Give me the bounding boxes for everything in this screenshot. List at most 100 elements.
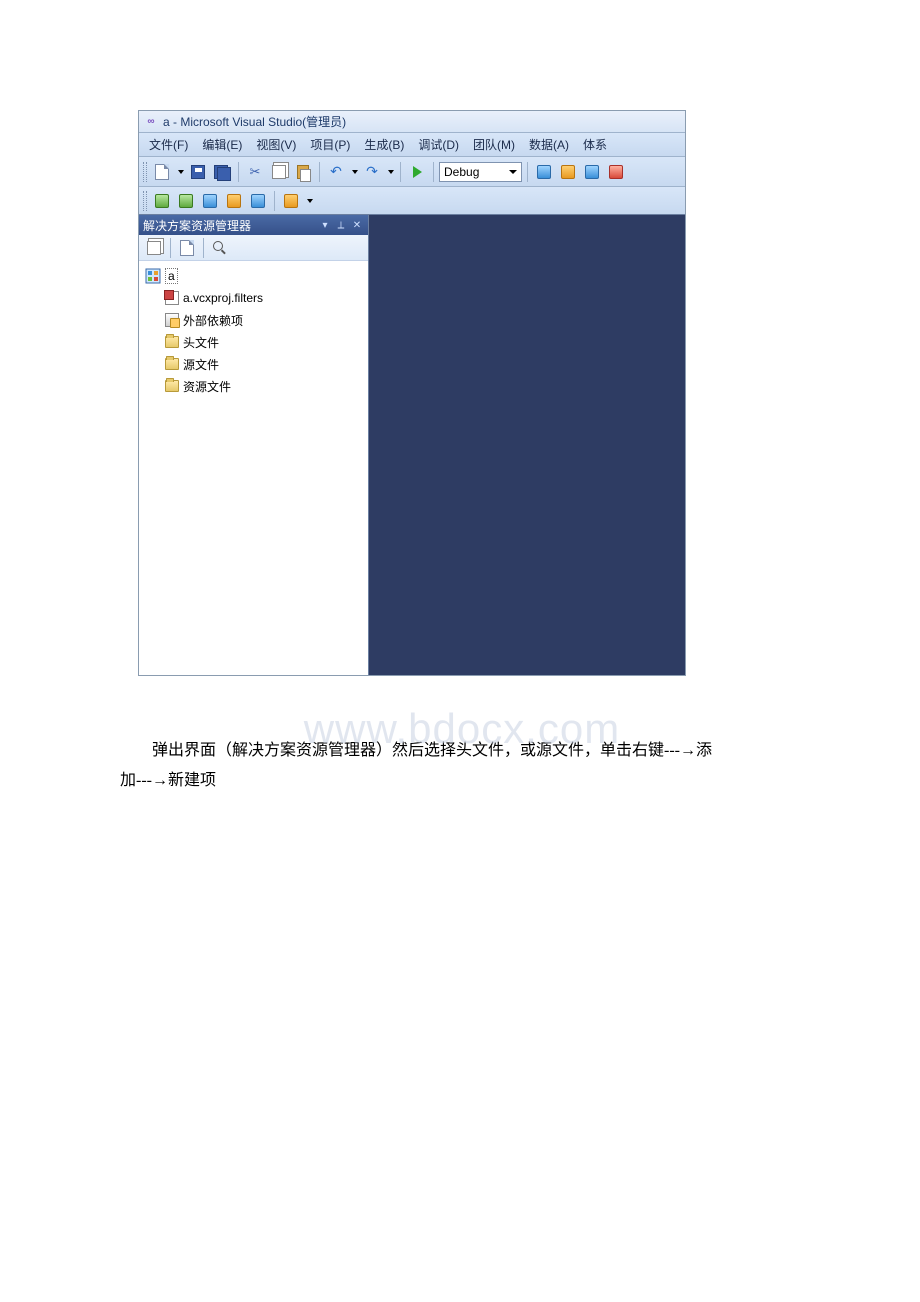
toolbar-separator bbox=[274, 191, 275, 211]
menu-edit[interactable]: 编辑(E) bbox=[196, 134, 248, 155]
folder-icon bbox=[165, 336, 179, 348]
toolbar-button-d[interactable] bbox=[605, 161, 627, 183]
tree-item-label: 头文件 bbox=[183, 334, 219, 351]
paste-button[interactable] bbox=[292, 161, 314, 183]
save-all-button[interactable] bbox=[211, 161, 233, 183]
caret-down-icon bbox=[178, 170, 184, 174]
main-area: 解决方案资源管理器 ▾ ⟂ ✕ bbox=[139, 215, 685, 675]
toolbar-separator bbox=[400, 162, 401, 182]
panel-toolbar bbox=[139, 235, 368, 261]
toolbar2-button-2[interactable] bbox=[175, 190, 197, 212]
toolbar-button-c[interactable] bbox=[581, 161, 603, 183]
panel-showall-button[interactable] bbox=[176, 237, 198, 259]
undo-icon: ↶ bbox=[330, 163, 342, 180]
toolbar-button-a[interactable] bbox=[533, 161, 555, 183]
document-page: ∞ a - Microsoft Visual Studio(管理员) 文件(F)… bbox=[0, 0, 920, 797]
vs-logo-icon: ∞ bbox=[143, 116, 159, 128]
filters-file-icon bbox=[165, 291, 179, 305]
paste-icon bbox=[297, 165, 309, 179]
new-file-icon bbox=[155, 164, 169, 180]
toolbar-separator bbox=[319, 162, 320, 182]
toolbar-separator bbox=[433, 162, 434, 182]
new-file-button[interactable] bbox=[151, 161, 173, 183]
toolbar2-button-4[interactable] bbox=[223, 190, 245, 212]
tool-icon bbox=[561, 165, 575, 179]
panel-pin-button[interactable]: ⟂ bbox=[334, 218, 348, 232]
redo-dropdown[interactable] bbox=[385, 161, 395, 183]
menu-data[interactable]: 数据(A) bbox=[523, 134, 575, 155]
tree-item-label: 源文件 bbox=[183, 356, 219, 373]
tool-icon bbox=[284, 194, 298, 208]
solution-config-dropdown[interactable]: Debug bbox=[439, 162, 522, 182]
save-icon bbox=[191, 165, 205, 179]
tool-icon bbox=[585, 165, 599, 179]
tree-item-headers[interactable]: 头文件 bbox=[141, 331, 366, 353]
save-button[interactable] bbox=[187, 161, 209, 183]
solution-explorer-panel: 解决方案资源管理器 ▾ ⟂ ✕ bbox=[139, 215, 369, 675]
toolbar-grip-icon bbox=[143, 162, 147, 182]
toolbar-separator bbox=[238, 162, 239, 182]
cut-button[interactable]: ✂ bbox=[244, 161, 266, 183]
panel-properties-button[interactable] bbox=[143, 237, 165, 259]
tree-root-label: a bbox=[165, 268, 178, 284]
menu-bar: 文件(F) 编辑(E) 视图(V) 项目(P) 生成(B) 调试(D) 团队(M… bbox=[139, 133, 685, 157]
tree-item-resources[interactable]: 资源文件 bbox=[141, 375, 366, 397]
tool-icon bbox=[537, 165, 551, 179]
tool-icon bbox=[251, 194, 265, 208]
secondary-toolbar bbox=[139, 187, 685, 215]
tool-icon bbox=[609, 165, 623, 179]
window-titlebar: ∞ a - Microsoft Visual Studio(管理员) bbox=[139, 111, 685, 133]
copy-button[interactable] bbox=[268, 161, 290, 183]
new-file-dropdown[interactable] bbox=[175, 161, 185, 183]
menu-debug[interactable]: 调试(D) bbox=[412, 134, 465, 155]
vs-screenshot: ∞ a - Microsoft Visual Studio(管理员) 文件(F)… bbox=[138, 110, 686, 676]
panel-viewcode-button[interactable] bbox=[209, 237, 231, 259]
toolbar2-button-5[interactable] bbox=[247, 190, 269, 212]
toolbar-separator bbox=[527, 162, 528, 182]
redo-icon: ↷ bbox=[366, 163, 378, 180]
panel-titlebar: 解决方案资源管理器 ▾ ⟂ ✕ bbox=[139, 215, 368, 235]
redo-button[interactable]: ↷ bbox=[361, 161, 383, 183]
save-all-icon bbox=[214, 165, 230, 179]
start-button[interactable] bbox=[406, 161, 428, 183]
project-icon bbox=[145, 268, 161, 284]
toolbar2-button-6[interactable] bbox=[280, 190, 302, 212]
undo-button[interactable]: ↶ bbox=[325, 161, 347, 183]
copy-icon bbox=[272, 165, 286, 179]
tree-item-label: 资源文件 bbox=[183, 378, 231, 395]
cut-icon: ✂ bbox=[250, 164, 261, 180]
panel-close-button[interactable]: ✕ bbox=[350, 218, 364, 232]
toolbar-grip-icon bbox=[143, 191, 147, 211]
window-title: a - Microsoft Visual Studio(管理员) bbox=[163, 113, 346, 130]
main-toolbar: ✂ ↶ ↷ Debug bbox=[139, 157, 685, 187]
tree-item-label: 外部依赖项 bbox=[183, 312, 243, 329]
tree-item-external-deps[interactable]: 外部依赖项 bbox=[141, 309, 366, 331]
menu-file[interactable]: 文件(F) bbox=[143, 134, 194, 155]
toolbar2-dropdown[interactable] bbox=[304, 190, 314, 212]
caret-down-icon bbox=[352, 170, 358, 174]
tool-icon bbox=[155, 194, 169, 208]
toolbar-separator bbox=[203, 238, 204, 258]
toolbar2-button-3[interactable] bbox=[199, 190, 221, 212]
folder-icon bbox=[165, 380, 179, 392]
tool-icon bbox=[179, 194, 193, 208]
menu-team[interactable]: 团队(M) bbox=[467, 134, 521, 155]
menu-view[interactable]: 视图(V) bbox=[250, 134, 302, 155]
tree-item-filters[interactable]: a.vcxproj.filters bbox=[141, 287, 366, 309]
tree-item-label: a.vcxproj.filters bbox=[183, 291, 263, 305]
tool-icon bbox=[227, 194, 241, 208]
magnifier-icon bbox=[213, 241, 227, 255]
caret-down-icon bbox=[509, 170, 517, 174]
undo-dropdown[interactable] bbox=[349, 161, 359, 183]
tree-item-sources[interactable]: 源文件 bbox=[141, 353, 366, 375]
menu-arch[interactable]: 体系 bbox=[577, 134, 613, 155]
toolbar-button-b[interactable] bbox=[557, 161, 579, 183]
tree-root-project[interactable]: a bbox=[141, 265, 366, 287]
menu-project[interactable]: 项目(P) bbox=[304, 134, 356, 155]
toolbar2-button-1[interactable] bbox=[151, 190, 173, 212]
caret-down-icon bbox=[388, 170, 394, 174]
instruction-paragraph: 弹出界面（解决方案资源管理器）然后选择头文件，或源文件，单击右键---→添 加-… bbox=[120, 736, 800, 797]
panel-title: 解决方案资源管理器 bbox=[143, 217, 251, 234]
panel-options-button[interactable]: ▾ bbox=[318, 218, 332, 232]
menu-build[interactable]: 生成(B) bbox=[358, 134, 410, 155]
